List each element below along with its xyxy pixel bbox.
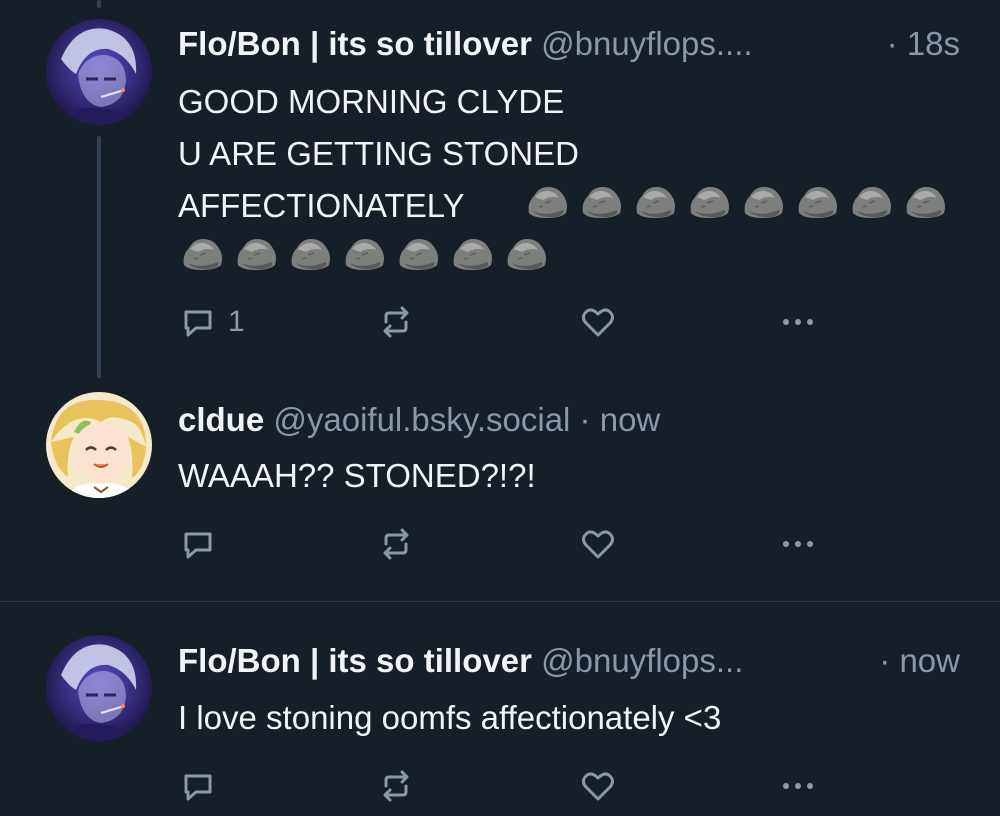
handle[interactable]: @bnuyflops... xyxy=(541,642,743,679)
rock-emoji-icon xyxy=(342,233,387,273)
post-actions xyxy=(178,764,838,808)
rock-emoji-icon xyxy=(903,181,948,221)
separator-dot: · xyxy=(579,401,591,438)
display-name[interactable]: Flo/Bon | its so tillover xyxy=(178,642,532,679)
rock-emoji-icon xyxy=(849,181,894,221)
post-header: cldue @yaoiful.bsky.social · now xyxy=(178,400,960,440)
post-time: now xyxy=(899,642,960,679)
reply-button[interactable] xyxy=(178,522,218,566)
rock-emoji-icon xyxy=(234,233,279,273)
post-text: I love stoning oomfs affectionately <3 xyxy=(178,699,722,736)
more-options-icon xyxy=(778,524,818,564)
avatar[interactable] xyxy=(46,392,152,498)
avatar[interactable] xyxy=(46,19,152,125)
more-options-icon xyxy=(778,766,818,806)
post-header: Flo/Bon | its so tillover @bnuyflops... xyxy=(178,641,860,681)
more-options-button[interactable] xyxy=(778,522,818,566)
repost-icon xyxy=(376,766,416,806)
reply-icon xyxy=(178,524,218,564)
separator-dot: · xyxy=(879,642,891,679)
separator-dot: · xyxy=(886,25,898,62)
post-3[interactable]: Flo/Bon | its so tillover @bnuyflops... … xyxy=(0,602,1000,816)
handle[interactable]: @yaoiful.bsky.social xyxy=(273,401,570,438)
rock-emoji-icon xyxy=(579,181,624,221)
post-actions xyxy=(178,522,838,566)
more-options-button[interactable] xyxy=(778,300,818,344)
handle[interactable]: @bnuyflops.... xyxy=(541,25,752,62)
repost-button[interactable] xyxy=(376,522,416,566)
like-icon xyxy=(578,302,618,342)
thread-line xyxy=(97,136,101,378)
display-name[interactable]: cldue xyxy=(178,401,264,438)
post-feed: Flo/Bon | its so tillover @bnuyflops....… xyxy=(0,0,1000,816)
reply-button[interactable] xyxy=(178,764,218,808)
rock-emoji-row-2 xyxy=(180,233,549,273)
reply-button[interactable]: 1 xyxy=(178,300,245,344)
like-button[interactable] xyxy=(578,300,618,344)
thread-line-top xyxy=(97,0,101,8)
reply-count: 1 xyxy=(228,305,245,338)
like-icon xyxy=(578,766,618,806)
rock-emoji-icon xyxy=(795,181,840,221)
rock-emoji-icon xyxy=(450,233,495,273)
rock-emoji-icon xyxy=(504,233,549,273)
rock-emoji-icon xyxy=(633,181,678,221)
timestamp[interactable]: · 18s xyxy=(887,24,960,64)
rock-emoji-icon xyxy=(525,181,570,221)
repost-button[interactable] xyxy=(376,300,416,344)
more-options-icon xyxy=(778,302,818,342)
avatar[interactable] xyxy=(46,635,152,741)
rock-emoji-icon xyxy=(288,233,333,273)
post-1[interactable]: Flo/Bon | its so tillover @bnuyflops....… xyxy=(0,0,1000,380)
display-name[interactable]: Flo/Bon | its so tillover xyxy=(178,25,532,62)
repost-button[interactable] xyxy=(376,764,416,808)
post-time[interactable]: now xyxy=(600,401,661,438)
more-options-button[interactable] xyxy=(778,764,818,808)
rock-emoji-icon xyxy=(180,233,225,273)
reply-icon xyxy=(178,766,218,806)
rock-emoji-icon xyxy=(741,181,786,221)
repost-icon xyxy=(376,524,416,564)
like-button[interactable] xyxy=(578,764,618,808)
post-time: 18s xyxy=(906,25,960,62)
post-actions: 1 xyxy=(178,300,838,344)
post-text: WAAAH?? STONED?!?! xyxy=(178,457,536,494)
rock-emoji-row-1 xyxy=(525,181,948,221)
reply-icon xyxy=(178,302,218,342)
timestamp[interactable]: · now xyxy=(879,641,960,681)
repost-icon xyxy=(376,302,416,342)
rock-emoji-icon xyxy=(396,233,441,273)
post-2[interactable]: cldue @yaoiful.bsky.social · now WAAAH??… xyxy=(0,380,1000,600)
like-button[interactable] xyxy=(578,522,618,566)
like-icon xyxy=(578,524,618,564)
post-header: Flo/Bon | its so tillover @bnuyflops.... xyxy=(178,24,860,64)
rock-emoji-icon xyxy=(687,181,732,221)
